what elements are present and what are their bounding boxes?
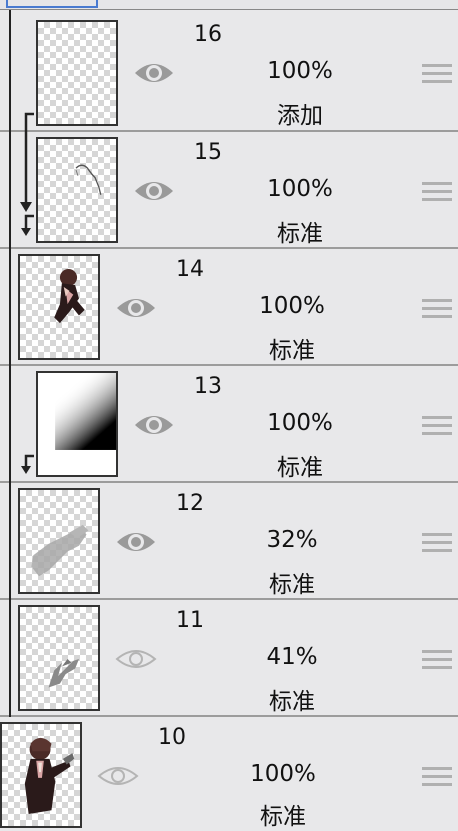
clip-group-line — [9, 132, 11, 249]
clip-group-line — [9, 366, 11, 483]
layer-thumbnail[interactable] — [36, 137, 118, 243]
drag-handle-icon[interactable] — [422, 64, 452, 86]
layer-thumbnail[interactable] — [18, 254, 100, 360]
layer-row-15[interactable]: 15 100% 标准 — [0, 112, 458, 249]
layer-number: 10 — [158, 725, 186, 750]
layer-number: 15 — [194, 140, 222, 165]
layer-row-14[interactable]: 14 100% 标准 — [0, 249, 458, 366]
eye-icon[interactable] — [133, 410, 175, 440]
layer-number: 16 — [194, 22, 222, 47]
layer-blend-mode[interactable]: 标准 — [222, 331, 362, 365]
clip-group-line — [9, 249, 11, 366]
drag-handle-icon[interactable] — [422, 767, 452, 789]
layer-opacity: 100% — [267, 176, 333, 202]
layer-number: 11 — [176, 608, 204, 633]
drag-handle-icon[interactable] — [422, 182, 452, 204]
layer-thumbnail[interactable] — [18, 605, 100, 711]
selected-layer-indicator — [6, 0, 98, 8]
layer-number: 13 — [194, 374, 222, 399]
layer-opacity: 100% — [250, 761, 316, 787]
eye-icon[interactable] — [133, 176, 175, 206]
clip-group-line — [9, 600, 11, 717]
drag-handle-icon[interactable] — [422, 650, 452, 672]
layer-row-13[interactable]: 13 100% 标准 — [0, 366, 458, 483]
clip-group-line — [9, 483, 11, 600]
layer-opacity: 100% — [267, 58, 333, 84]
layer-blend-mode[interactable]: 添加 — [230, 96, 370, 130]
layer-number: 12 — [176, 491, 204, 516]
layer-opacity: 32% — [266, 527, 318, 553]
layer-blend-mode[interactable]: 标准 — [230, 448, 370, 482]
layer-row-11[interactable]: 11 41% 标准 — [0, 600, 458, 717]
layer-row-12[interactable]: 12 32% 标准 — [0, 483, 458, 600]
eye-icon[interactable] — [133, 58, 175, 88]
layer-opacity: 100% — [267, 410, 333, 436]
drag-handle-icon[interactable] — [422, 416, 452, 438]
eye-icon[interactable] — [115, 644, 157, 674]
eye-icon[interactable] — [115, 527, 157, 557]
layer-row-16[interactable]: 16 100% 添加 — [0, 10, 458, 132]
layer-thumbnail[interactable] — [36, 371, 118, 477]
layer-blend-mode[interactable]: 标准 — [213, 797, 353, 831]
layer-thumbnail[interactable] — [36, 20, 118, 126]
layer-blend-mode[interactable]: 标准 — [222, 565, 362, 599]
layer-blend-mode[interactable]: 标准 — [230, 214, 370, 248]
clip-group-line — [9, 10, 11, 132]
layer-number: 14 — [176, 257, 204, 282]
eye-icon[interactable] — [115, 293, 157, 323]
layer-thumbnail[interactable] — [0, 722, 82, 828]
eye-icon[interactable] — [97, 761, 139, 791]
layer-list-top-edge — [0, 0, 458, 10]
layer-thumbnail[interactable] — [18, 488, 100, 594]
layer-row-10[interactable]: 10 100% 标准 — [0, 717, 458, 831]
layer-blend-mode[interactable]: 标准 — [222, 682, 362, 716]
drag-handle-icon[interactable] — [422, 299, 452, 321]
drag-handle-icon[interactable] — [422, 533, 452, 555]
layer-opacity: 41% — [266, 644, 318, 670]
layer-opacity: 100% — [259, 293, 325, 319]
